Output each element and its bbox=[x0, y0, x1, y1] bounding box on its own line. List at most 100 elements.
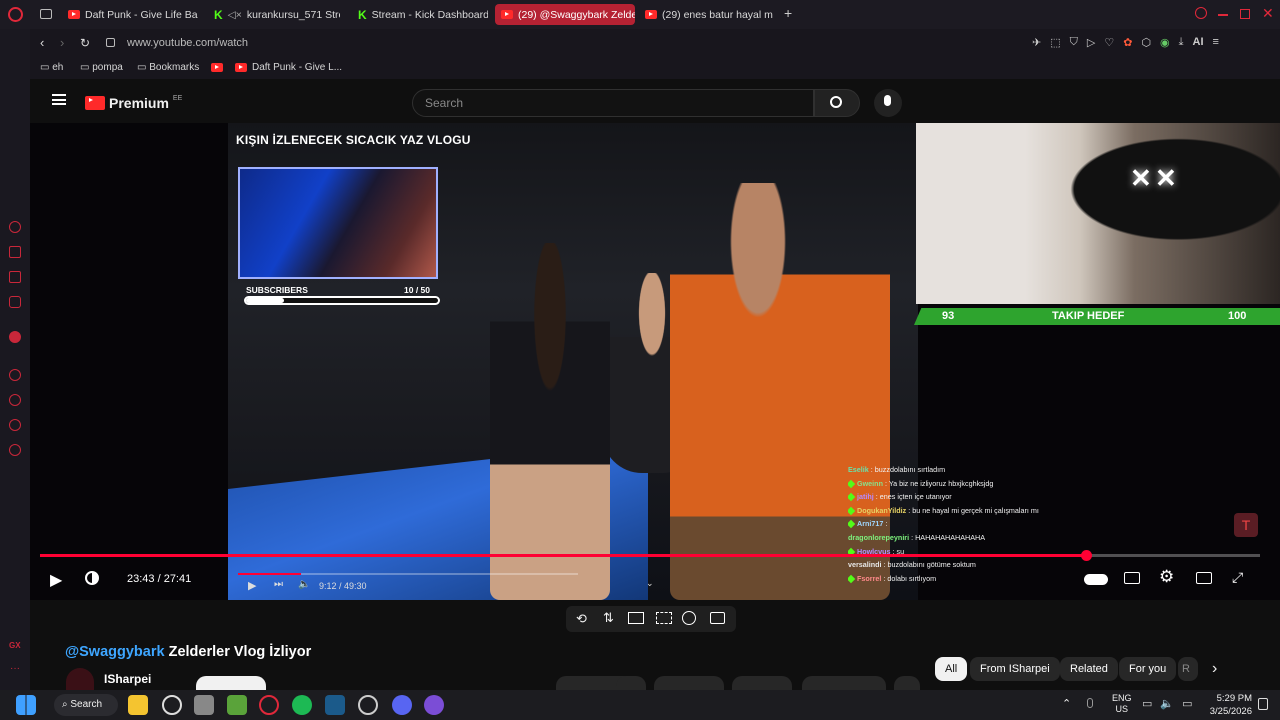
subscribe-button[interactable] bbox=[196, 676, 266, 690]
youtube-logo[interactable]: Premium EE bbox=[85, 95, 182, 111]
mail-icon[interactable] bbox=[9, 296, 21, 308]
tab-menu-icon[interactable] bbox=[40, 9, 52, 19]
steam-helper-icon[interactable] bbox=[162, 695, 182, 715]
comment-button[interactable] bbox=[616, 676, 646, 690]
tab-swaggybark[interactable]: (29) @Swaggybark Zelder bbox=[495, 4, 635, 25]
download-icon[interactable]: ⤓ bbox=[1179, 36, 1184, 49]
progress-bar[interactable] bbox=[40, 550, 1260, 561]
extension-green-icon[interactable]: ◉ bbox=[1160, 36, 1170, 49]
player-icon[interactable] bbox=[9, 271, 21, 283]
play-button[interactable]: ▶ bbox=[50, 570, 62, 590]
share-button[interactable] bbox=[654, 676, 724, 690]
shield-icon[interactable]: ⛉ bbox=[1070, 36, 1078, 49]
progress-scrubber[interactable] bbox=[1080, 550, 1092, 561]
loop-icon[interactable]: ⟲ bbox=[576, 611, 587, 627]
bookmark-folder-eh[interactable]: ▭ eh bbox=[40, 62, 63, 73]
tab-kick-dashboard[interactable]: K Stream - Kick Dashboard bbox=[358, 4, 488, 25]
speed-icon[interactable] bbox=[682, 611, 696, 625]
windows-start-icon[interactable] bbox=[16, 695, 36, 715]
spotify-icon[interactable] bbox=[292, 695, 312, 715]
tab-enes-batur[interactable]: (29) enes batur hayal mi g bbox=[645, 4, 773, 25]
maximize-button[interactable] bbox=[1240, 9, 1250, 19]
gx-icon[interactable]: GX bbox=[9, 641, 21, 650]
minimize-button[interactable] bbox=[1218, 14, 1228, 16]
clip-icon[interactable] bbox=[628, 612, 644, 624]
taskbar-search[interactable]: ⌕ Search bbox=[54, 694, 118, 716]
chip-all[interactable]: All bbox=[935, 657, 968, 681]
close-window-button[interactable]: ✕ bbox=[1262, 5, 1274, 22]
microphone-tray-icon[interactable] bbox=[1087, 698, 1093, 708]
theater-mode-icon[interactable] bbox=[1196, 572, 1212, 584]
opera-logo-icon[interactable] bbox=[8, 7, 23, 22]
video-player[interactable]: KIŞIN İZLENECEK SICACIK YAZ VLOGU SUBSCR… bbox=[30, 123, 1280, 600]
minecraft-icon[interactable] bbox=[227, 695, 247, 715]
tray-chevron-up-icon[interactable]: ⌃ bbox=[1062, 697, 1071, 710]
volume-tray-icon[interactable]: 🔈 bbox=[1160, 697, 1174, 710]
pin-icon[interactable]: ✈ bbox=[1032, 36, 1041, 49]
bookmark-folder-bookmarks[interactable]: ▭ Bookmarks bbox=[137, 62, 199, 73]
snapshot-icon[interactable]: ⬚ bbox=[1050, 36, 1060, 49]
file-explorer-icon[interactable] bbox=[128, 695, 148, 715]
more-actions-button[interactable] bbox=[894, 676, 920, 690]
bookmark-daft-punk[interactable]: Daft Punk - Give L... bbox=[235, 62, 342, 73]
clock[interactable]: 5:29 PM 3/25/2026 bbox=[1204, 692, 1252, 718]
title-mention[interactable]: @Swaggybark bbox=[65, 644, 165, 660]
notifications-icon[interactable] bbox=[1258, 698, 1268, 710]
bookmark-youtube-icon[interactable] bbox=[211, 63, 223, 75]
app-icon[interactable] bbox=[358, 695, 378, 715]
puzzle-icon[interactable]: ⬡ bbox=[1141, 36, 1151, 49]
reload-icon[interactable]: ↻ bbox=[80, 36, 90, 50]
save-button[interactable] bbox=[732, 676, 792, 690]
discord-icon[interactable] bbox=[392, 695, 412, 715]
settings-gear-icon[interactable]: ⚙ bbox=[1159, 567, 1174, 587]
back-icon[interactable]: ‹ bbox=[40, 35, 44, 50]
volume-icon[interactable] bbox=[85, 571, 99, 585]
opera-gx-icon[interactable] bbox=[259, 695, 279, 715]
extension-red-icon[interactable]: ✿ bbox=[1123, 36, 1132, 49]
history-icon[interactable] bbox=[9, 369, 21, 381]
network-icon[interactable]: ▭ bbox=[1142, 697, 1152, 710]
forward-icon[interactable]: › bbox=[60, 35, 64, 50]
steam-icon[interactable] bbox=[325, 695, 345, 715]
send-icon[interactable]: ▷ bbox=[1087, 36, 1095, 49]
fullscreen-icon[interactable]: ⤢ bbox=[1232, 569, 1243, 586]
bag-icon[interactable] bbox=[9, 246, 21, 258]
subtitles-icon[interactable] bbox=[1124, 572, 1140, 584]
microphone-button[interactable] bbox=[874, 89, 902, 117]
more-icon[interactable]: ··· bbox=[10, 663, 20, 674]
chip-from-channel[interactable]: From ISharpei bbox=[970, 657, 1060, 681]
language-indicator[interactable]: ENG US bbox=[1112, 693, 1132, 715]
heart-icon[interactable]: ♡ bbox=[1104, 36, 1114, 49]
screenshot-icon[interactable] bbox=[710, 612, 725, 624]
mute-icon[interactable]: ◁× bbox=[228, 9, 242, 21]
messenger-icon[interactable] bbox=[9, 221, 21, 233]
app-purple-icon[interactable] bbox=[424, 695, 444, 715]
search-input[interactable]: Search bbox=[412, 89, 814, 117]
menu-icon[interactable]: ≡ bbox=[1213, 36, 1219, 49]
settings-icon[interactable] bbox=[9, 444, 21, 456]
chevron-right-icon[interactable]: › bbox=[1212, 660, 1217, 678]
unity-icon[interactable] bbox=[194, 695, 214, 715]
new-tab-button[interactable]: + bbox=[784, 5, 792, 21]
extensions-icon[interactable] bbox=[9, 419, 21, 431]
search-tabs-icon[interactable] bbox=[1195, 7, 1207, 19]
chip-for-you[interactable]: For you bbox=[1119, 657, 1177, 681]
autoplay-toggle[interactable] bbox=[1084, 574, 1108, 585]
tab-daft-punk[interactable]: Daft Punk - Give Life Back bbox=[68, 4, 198, 25]
sort-icon[interactable]: ⇅ bbox=[603, 610, 614, 626]
search-button[interactable] bbox=[814, 89, 860, 117]
chip-related[interactable]: Related bbox=[1060, 657, 1118, 681]
chip-more[interactable]: R bbox=[1178, 657, 1198, 681]
frames-icon[interactable] bbox=[656, 612, 672, 624]
vpn-icon[interactable] bbox=[9, 331, 21, 343]
tab-kurankursu[interactable]: K ◁× kurankursu_571 Stream bbox=[214, 4, 340, 25]
bookmark-folder-pompa[interactable]: ▭ pompa bbox=[80, 62, 123, 73]
hamburger-menu-icon[interactable] bbox=[52, 94, 66, 105]
kick-side-icon[interactable]: T bbox=[1234, 513, 1258, 537]
channel-name[interactable]: ISharpei bbox=[104, 672, 151, 686]
channel-avatar[interactable] bbox=[66, 668, 94, 690]
url-field[interactable]: www.youtube.com/watch bbox=[127, 37, 248, 49]
clock-icon[interactable] bbox=[9, 394, 21, 406]
battery-icon[interactable]: ▭ bbox=[1182, 697, 1192, 710]
download-button[interactable] bbox=[802, 676, 886, 690]
